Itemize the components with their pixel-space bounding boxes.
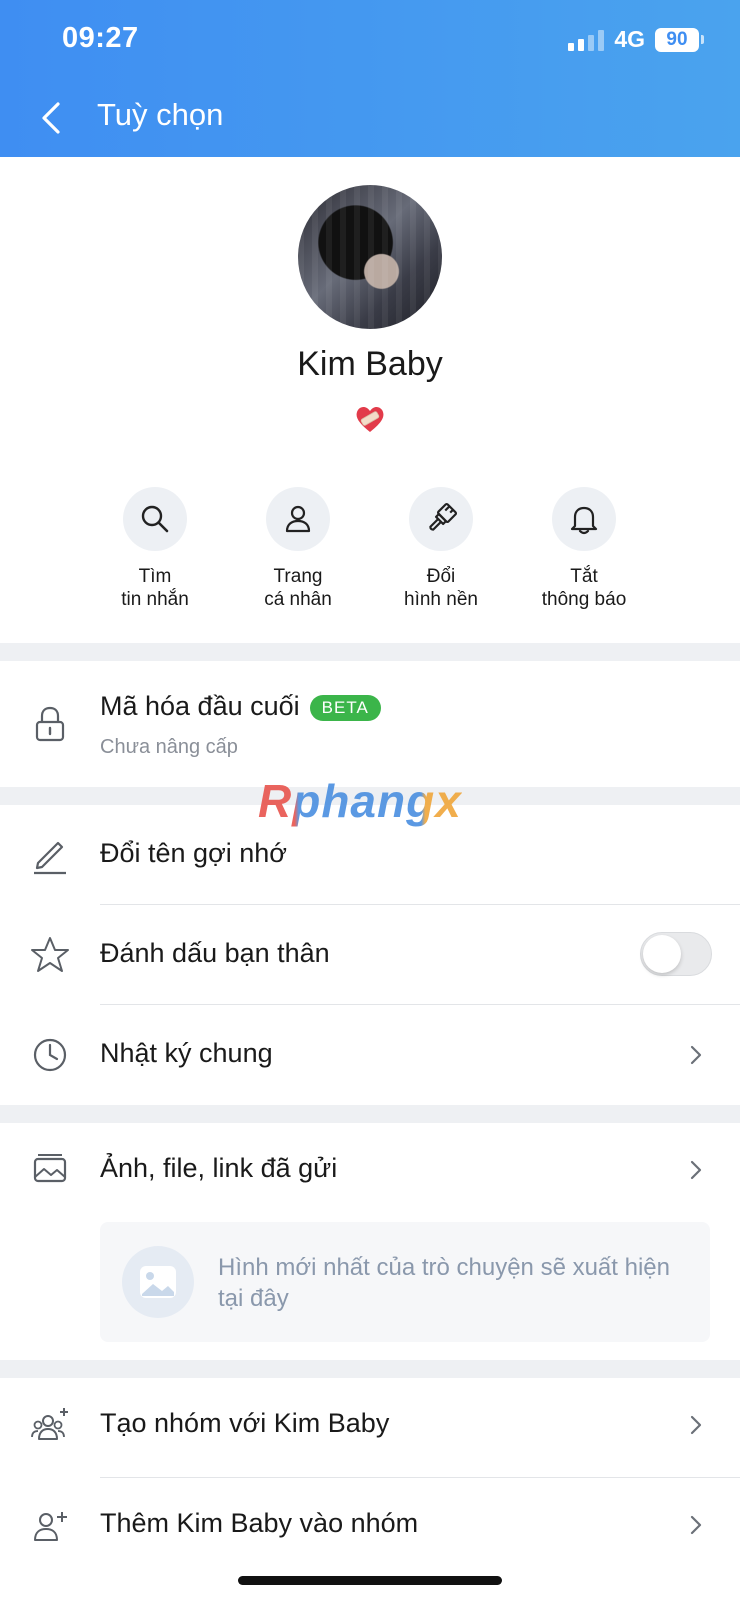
action-mute-notifications[interactable]: Tắt thông báo bbox=[514, 487, 654, 611]
action-label-line1: Đổi bbox=[426, 566, 456, 587]
image-icon bbox=[122, 1246, 194, 1318]
media-placeholder-text: Hình mới nhất của trò chuyện sẽ xuất hiệ… bbox=[218, 1254, 670, 1312]
shared-diary-row[interactable]: Nhật ký chung bbox=[0, 1005, 740, 1105]
mending-heart-icon bbox=[356, 406, 384, 432]
action-label-line1: Tắt bbox=[570, 566, 598, 587]
media-placeholder: Hình mới nhất của trò chuyện sẽ xuất hiệ… bbox=[100, 1222, 710, 1342]
best-friend-toggle[interactable] bbox=[640, 932, 712, 976]
best-friend-label: Đánh dấu bạn thân bbox=[100, 938, 330, 968]
shared-diary-label: Nhật ký chung bbox=[100, 1038, 273, 1068]
signal-icon bbox=[568, 29, 605, 51]
search-icon bbox=[141, 505, 169, 533]
network-type: 4G bbox=[614, 26, 645, 52]
action-profile[interactable]: Trang cá nhân bbox=[228, 487, 368, 611]
watermark: Rphangx bbox=[258, 775, 462, 827]
avatar[interactable] bbox=[298, 185, 442, 329]
create-group-row[interactable]: Tạo nhóm với Kim Baby bbox=[0, 1378, 740, 1478]
add-to-group-label: Thêm Kim Baby vào nhóm bbox=[100, 1508, 419, 1538]
chevron-right-icon bbox=[690, 1045, 702, 1065]
pencil-icon bbox=[34, 841, 66, 875]
battery-icon: 90 bbox=[655, 27, 704, 52]
create-group-label: Tạo nhóm với Kim Baby bbox=[100, 1408, 390, 1438]
section-separator bbox=[0, 1360, 740, 1378]
action-label-line2: thông báo bbox=[541, 589, 627, 610]
media-row[interactable]: Ảnh, file, link đã gửi bbox=[0, 1123, 740, 1223]
page-title: Tuỳ chọn bbox=[97, 97, 224, 132]
app-header: 09:27 4G 90 Tuỳ chọn bbox=[0, 0, 740, 157]
home-indicator[interactable] bbox=[238, 1576, 502, 1585]
battery-level: 90 bbox=[655, 27, 699, 52]
rename-label: Đổi tên gợi nhớ bbox=[100, 838, 288, 868]
profile-section: Kim Baby Tìm tin nhắn Trang cá nhân Đổi … bbox=[0, 157, 740, 643]
chevron-right-icon bbox=[690, 1160, 702, 1180]
action-label-line1: Tìm bbox=[138, 566, 172, 587]
chevron-right-icon bbox=[690, 1415, 702, 1435]
lock-icon bbox=[35, 706, 65, 742]
group-add-icon bbox=[31, 1408, 68, 1440]
paint-brush-icon bbox=[429, 502, 458, 531]
action-label-line2: tin nhắn bbox=[121, 589, 189, 610]
encryption-title: Mã hóa đầu cuối bbox=[100, 691, 300, 721]
back-arrow-icon[interactable] bbox=[36, 98, 66, 138]
section-separator bbox=[0, 643, 740, 661]
media-label: Ảnh, file, link đã gửi bbox=[100, 1153, 338, 1183]
encryption-status: Chưa nâng cấp bbox=[100, 736, 238, 758]
action-change-wallpaper[interactable]: Đổi hình nền bbox=[371, 487, 511, 611]
status-indicators: 4G 90 bbox=[568, 26, 704, 53]
section-separator bbox=[0, 1105, 740, 1123]
person-add-icon bbox=[34, 1512, 67, 1541]
star-icon bbox=[31, 937, 69, 972]
action-label-line1: Trang bbox=[273, 566, 323, 587]
clock-icon bbox=[33, 1038, 67, 1072]
beta-badge: BETA bbox=[309, 694, 381, 721]
best-friend-row: Đánh dấu bạn thân bbox=[0, 905, 740, 1005]
action-label-line2: hình nền bbox=[404, 589, 478, 610]
chevron-right-icon bbox=[690, 1515, 702, 1535]
encryption-row[interactable]: Mã hóa đầu cuối BETA Chưa nâng cấp bbox=[0, 661, 740, 787]
add-to-group-row[interactable]: Thêm Kim Baby vào nhóm bbox=[0, 1478, 740, 1578]
gallery-icon bbox=[33, 1154, 67, 1183]
bell-icon bbox=[570, 506, 598, 535]
action-search-messages[interactable]: Tìm tin nhắn bbox=[85, 487, 225, 611]
profile-name: Kim Baby bbox=[297, 345, 443, 383]
status-time: 09:27 bbox=[62, 22, 139, 54]
person-icon bbox=[285, 505, 311, 533]
action-label-line2: cá nhân bbox=[264, 589, 332, 610]
